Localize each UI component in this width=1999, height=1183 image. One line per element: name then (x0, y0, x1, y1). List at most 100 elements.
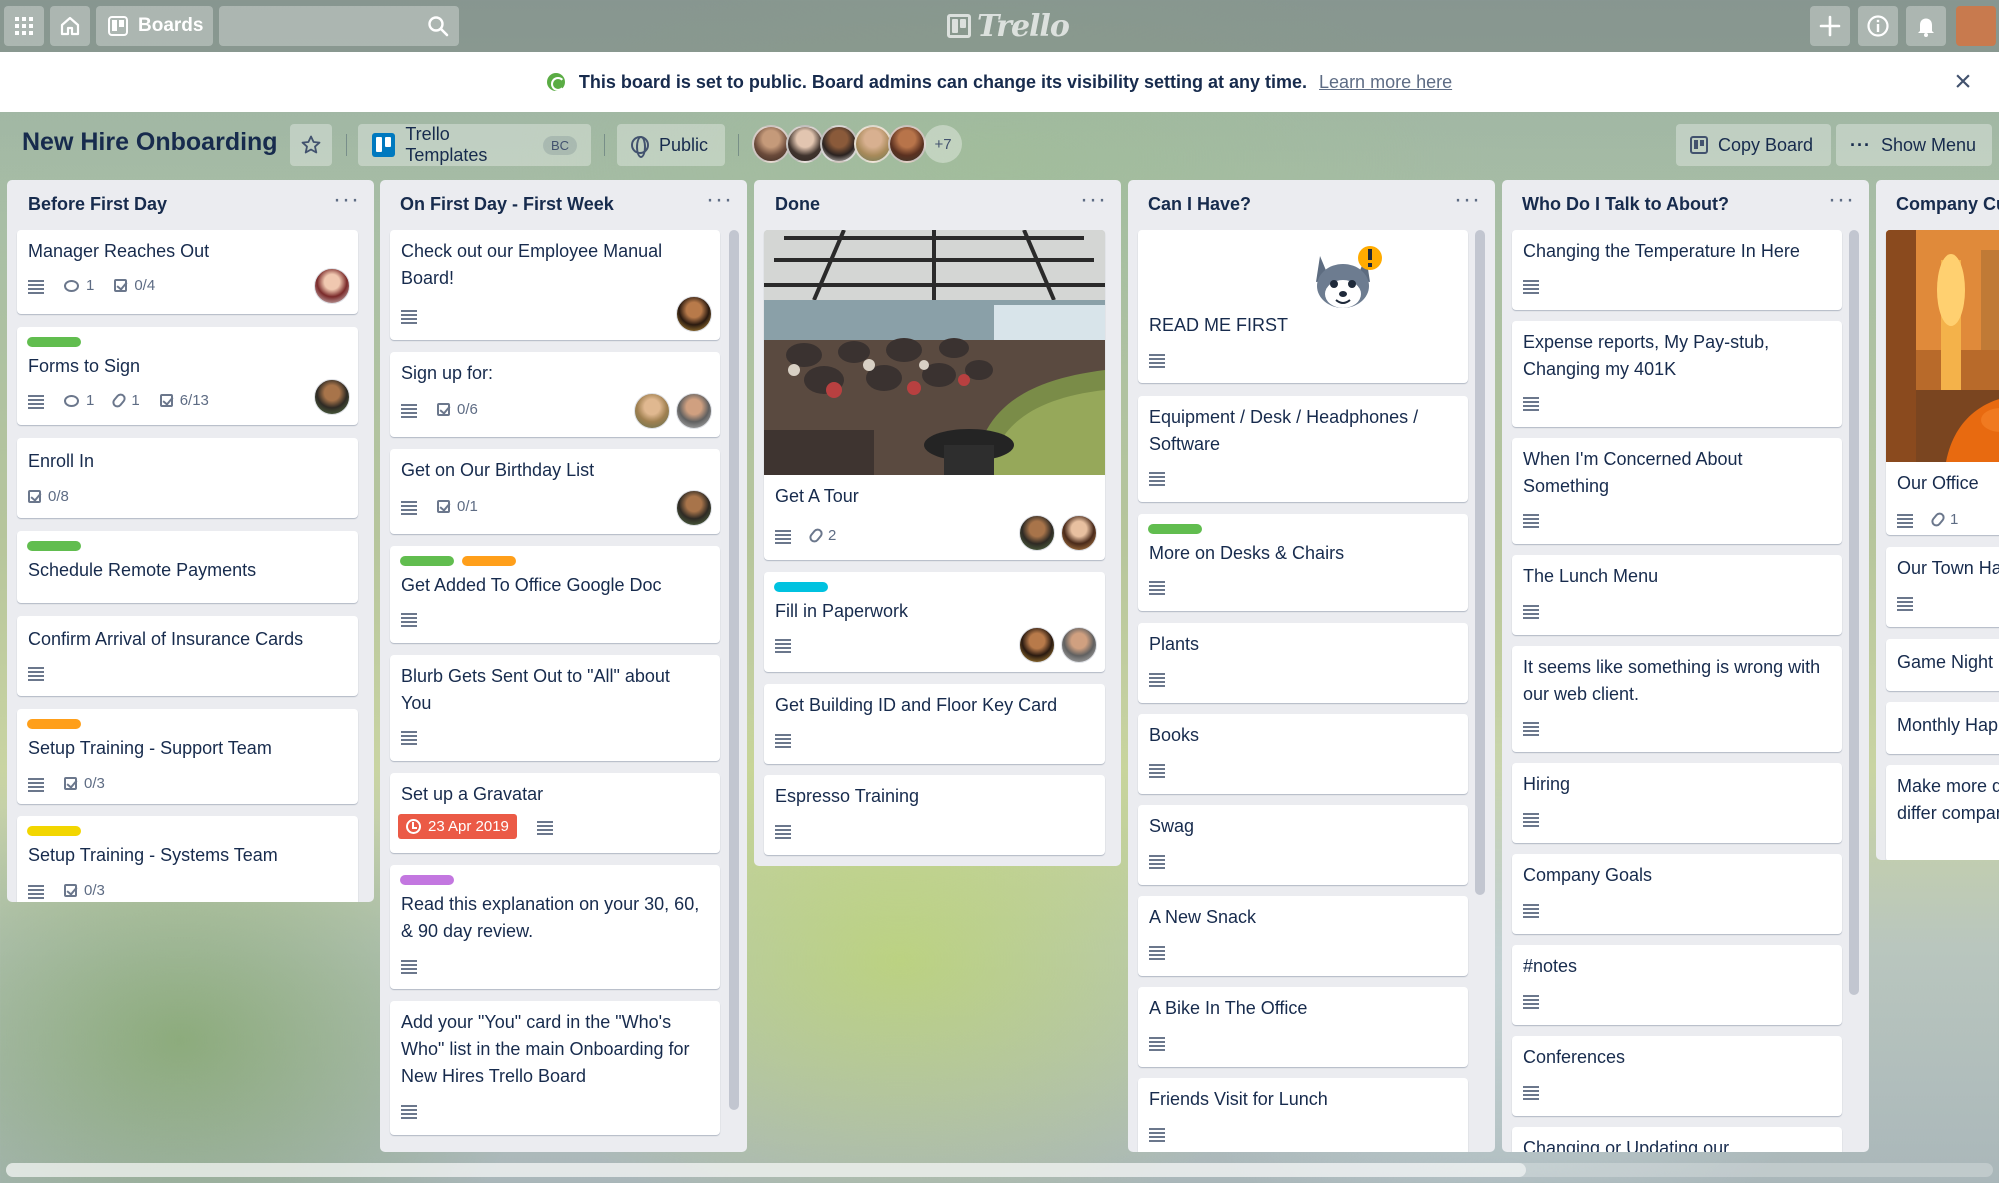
list-title[interactable]: On First Day - First Week (400, 194, 614, 215)
user-avatar[interactable] (1956, 6, 1996, 46)
card[interactable]: Conferences (1512, 1036, 1842, 1116)
search-icon[interactable] (427, 15, 449, 37)
card[interactable]: Game Night (1886, 639, 1999, 691)
card[interactable]: Read this explanation on your 30, 60, & … (390, 865, 720, 989)
card[interactable]: It seems like something is wrong with ou… (1512, 646, 1842, 752)
card[interactable]: Company Goals (1512, 854, 1842, 934)
card[interactable]: Hiring (1512, 763, 1842, 843)
card[interactable]: Equipment / Desk / Headphones / Software (1138, 396, 1468, 502)
close-icon[interactable]: × (1947, 66, 1979, 98)
green-label[interactable] (27, 541, 81, 551)
more-members-count[interactable]: +7 (924, 125, 962, 163)
card[interactable]: Changing or Updating our (1512, 1127, 1842, 1152)
list-scrollbar[interactable] (729, 230, 739, 1110)
card[interactable]: Setup Training - Systems Team 0/3 (17, 816, 358, 902)
list-header[interactable]: Company Cu (1876, 180, 1999, 228)
card[interactable]: Confirm Arrival of Insurance Cards (17, 616, 358, 696)
avatar[interactable] (820, 125, 858, 163)
list-menu-icon[interactable]: ··· (333, 186, 360, 214)
scrollbar-thumb[interactable] (6, 1163, 1526, 1177)
list-menu-icon[interactable]: ··· (1080, 186, 1107, 214)
list-header[interactable]: Can I Have? ··· (1128, 180, 1495, 228)
avatar[interactable] (676, 393, 712, 429)
card[interactable]: Sign up for: 0/6 (390, 352, 720, 437)
card[interactable]: Schedule Remote Payments (17, 531, 358, 603)
list-menu-icon[interactable]: ··· (706, 186, 733, 214)
list-title[interactable]: Done (775, 194, 820, 215)
card[interactable]: The Lunch Menu (1512, 555, 1842, 635)
card[interactable]: Swag (1138, 805, 1468, 885)
avatar[interactable] (314, 379, 350, 415)
card[interactable]: Setup Training - Support Team 0/3 (17, 709, 358, 804)
list-menu-icon[interactable]: ··· (1828, 186, 1855, 214)
avatar[interactable] (676, 490, 712, 526)
card[interactable]: Espresso Training (764, 775, 1105, 855)
card[interactable]: Get on Our Birthday List 0/1 (390, 449, 720, 534)
star-button[interactable] (290, 124, 332, 166)
team-button[interactable]: Trello Templates BC (358, 124, 591, 166)
avatar[interactable] (634, 393, 670, 429)
card[interactable]: Forms to Sign 1 1 6/13 (17, 327, 358, 425)
avatar[interactable] (1019, 515, 1055, 551)
card[interactable]: Our Town Ha (1886, 547, 1999, 627)
search-input[interactable] (219, 6, 459, 46)
visibility-button[interactable]: Public (617, 124, 725, 166)
card[interactable]: Changing the Temperature In Here (1512, 230, 1842, 310)
card[interactable]: A Bike In The Office (1138, 987, 1468, 1067)
list-header[interactable]: Who Do I Talk to About? ··· (1502, 180, 1869, 228)
green-label[interactable] (27, 337, 81, 347)
copy-board-button[interactable]: Copy Board (1676, 124, 1831, 166)
list-header[interactable]: On First Day - First Week ··· (380, 180, 747, 228)
card[interactable]: Books (1138, 714, 1468, 794)
apps-grid-icon[interactable] (4, 6, 44, 46)
learn-more-link[interactable]: Learn more here (1319, 72, 1452, 93)
avatar[interactable] (752, 125, 790, 163)
avatar[interactable] (1019, 627, 1055, 663)
card[interactable]: Get Added To Office Google Doc (390, 546, 720, 643)
avatar[interactable] (854, 125, 892, 163)
avatar[interactable] (1061, 627, 1097, 663)
home-icon[interactable] (50, 6, 90, 46)
card[interactable]: Monthly Hap (1886, 702, 1999, 754)
bell-icon[interactable] (1906, 6, 1946, 46)
orange-label[interactable] (27, 719, 81, 729)
plus-icon[interactable] (1810, 6, 1850, 46)
due-date-badge[interactable]: 23 Apr 2019 (398, 814, 517, 839)
card[interactable]: READ ME FIRST (1138, 230, 1468, 383)
card[interactable]: Enroll In 0/8 (17, 438, 358, 518)
card[interactable]: Plants (1138, 623, 1468, 703)
card[interactable]: A New Snack (1138, 896, 1468, 976)
card[interactable]: Make more discuss differ company's c (1886, 765, 1999, 860)
sky-label[interactable] (774, 582, 828, 592)
card[interactable]: Fill in Paperwork (764, 572, 1105, 672)
card[interactable]: Blurb Gets Sent Out to "All" about You (390, 655, 720, 761)
list-header[interactable]: Before First Day ··· (7, 180, 374, 228)
avatar[interactable] (786, 125, 824, 163)
boards-button[interactable]: Boards (96, 6, 213, 46)
card[interactable]: Our Office 1 (1886, 230, 1999, 535)
avatar[interactable] (888, 125, 926, 163)
list-title[interactable]: Can I Have? (1148, 194, 1251, 215)
list-title[interactable]: Before First Day (28, 194, 167, 215)
trello-logo[interactable]: Trello (947, 8, 1070, 44)
card[interactable]: Manager Reaches Out 1 0/4 (17, 230, 358, 314)
list-title[interactable]: Who Do I Talk to About? (1522, 194, 1729, 215)
card[interactable]: Get A Tour 2 (764, 230, 1105, 560)
card[interactable]: Set up a Gravatar 23 Apr 2019 (390, 773, 720, 853)
show-menu-button[interactable]: ··· Show Menu (1836, 124, 1992, 166)
green-label[interactable] (400, 556, 454, 566)
board-title[interactable]: New Hire Onboarding (22, 128, 278, 157)
card[interactable]: When I'm Concerned About Something (1512, 438, 1842, 544)
purple-label[interactable] (400, 875, 454, 885)
list-menu-icon[interactable]: ··· (1454, 186, 1481, 214)
list-title[interactable]: Company Cu (1896, 194, 1999, 215)
orange-label[interactable] (462, 556, 516, 566)
card[interactable]: Add your "You" card in the "Who's Who" l… (390, 1001, 720, 1135)
avatar[interactable] (676, 296, 712, 332)
card[interactable]: #notes (1512, 945, 1842, 1025)
card[interactable]: Friends Visit for Lunch (1138, 1078, 1468, 1152)
card[interactable]: Get Building ID and Floor Key Card (764, 684, 1105, 764)
green-label[interactable] (1148, 524, 1202, 534)
card[interactable]: More on Desks & Chairs (1138, 514, 1468, 611)
list-header[interactable]: Done ··· (754, 180, 1121, 228)
